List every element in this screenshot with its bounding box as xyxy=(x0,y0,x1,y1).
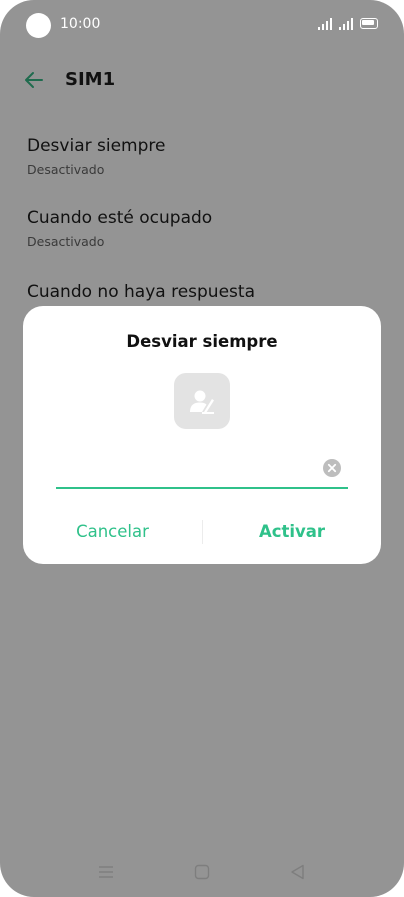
list-item-always-forward[interactable]: Desviar siempre Desactivado xyxy=(27,135,377,178)
dialog-title: Desviar siempre xyxy=(126,332,278,351)
page-title: SIM1 xyxy=(65,69,116,90)
signal-sim2-icon xyxy=(339,18,353,30)
list-item-subtitle: Desactivado xyxy=(27,234,105,249)
status-time: 10:00 xyxy=(60,16,101,32)
battery-icon xyxy=(360,18,378,29)
list-item-no-answer[interactable]: Cuando no haya respuesta xyxy=(27,281,377,303)
phone-screen: 10:00 SIM1 Desviar siempre Desactivado C… xyxy=(0,0,404,897)
contact-picker-icon xyxy=(190,390,214,414)
status-bar: 10:00 xyxy=(0,0,404,52)
front-camera xyxy=(26,13,51,38)
home-square-icon[interactable] xyxy=(192,862,212,882)
input-underline xyxy=(56,487,348,489)
contact-picker-button[interactable] xyxy=(174,373,230,429)
list-item-when-busy[interactable]: Cuando esté ocupado Desactivado xyxy=(27,207,377,250)
list-item-title: Desviar siempre xyxy=(27,136,166,156)
list-item-title: Cuando esté ocupado xyxy=(27,208,213,228)
app-header: SIM1 xyxy=(0,60,404,102)
list-item-title: Cuando no haya respuesta xyxy=(27,282,255,302)
status-icons xyxy=(318,18,378,30)
forward-dialog: Desviar siempre Cancelar Activar xyxy=(23,306,381,564)
activate-button[interactable]: Activar xyxy=(203,508,381,556)
list-item-subtitle: Desactivado xyxy=(27,162,105,177)
forward-number-input[interactable] xyxy=(56,454,326,480)
back-triangle-icon[interactable] xyxy=(288,862,308,882)
clear-icon[interactable] xyxy=(323,459,341,477)
cancel-button[interactable]: Cancelar xyxy=(23,508,202,556)
menu-icon[interactable] xyxy=(96,862,116,882)
signal-sim1-icon xyxy=(318,18,332,30)
arrow-left-icon[interactable] xyxy=(22,68,46,92)
navigation-bar xyxy=(0,852,404,892)
